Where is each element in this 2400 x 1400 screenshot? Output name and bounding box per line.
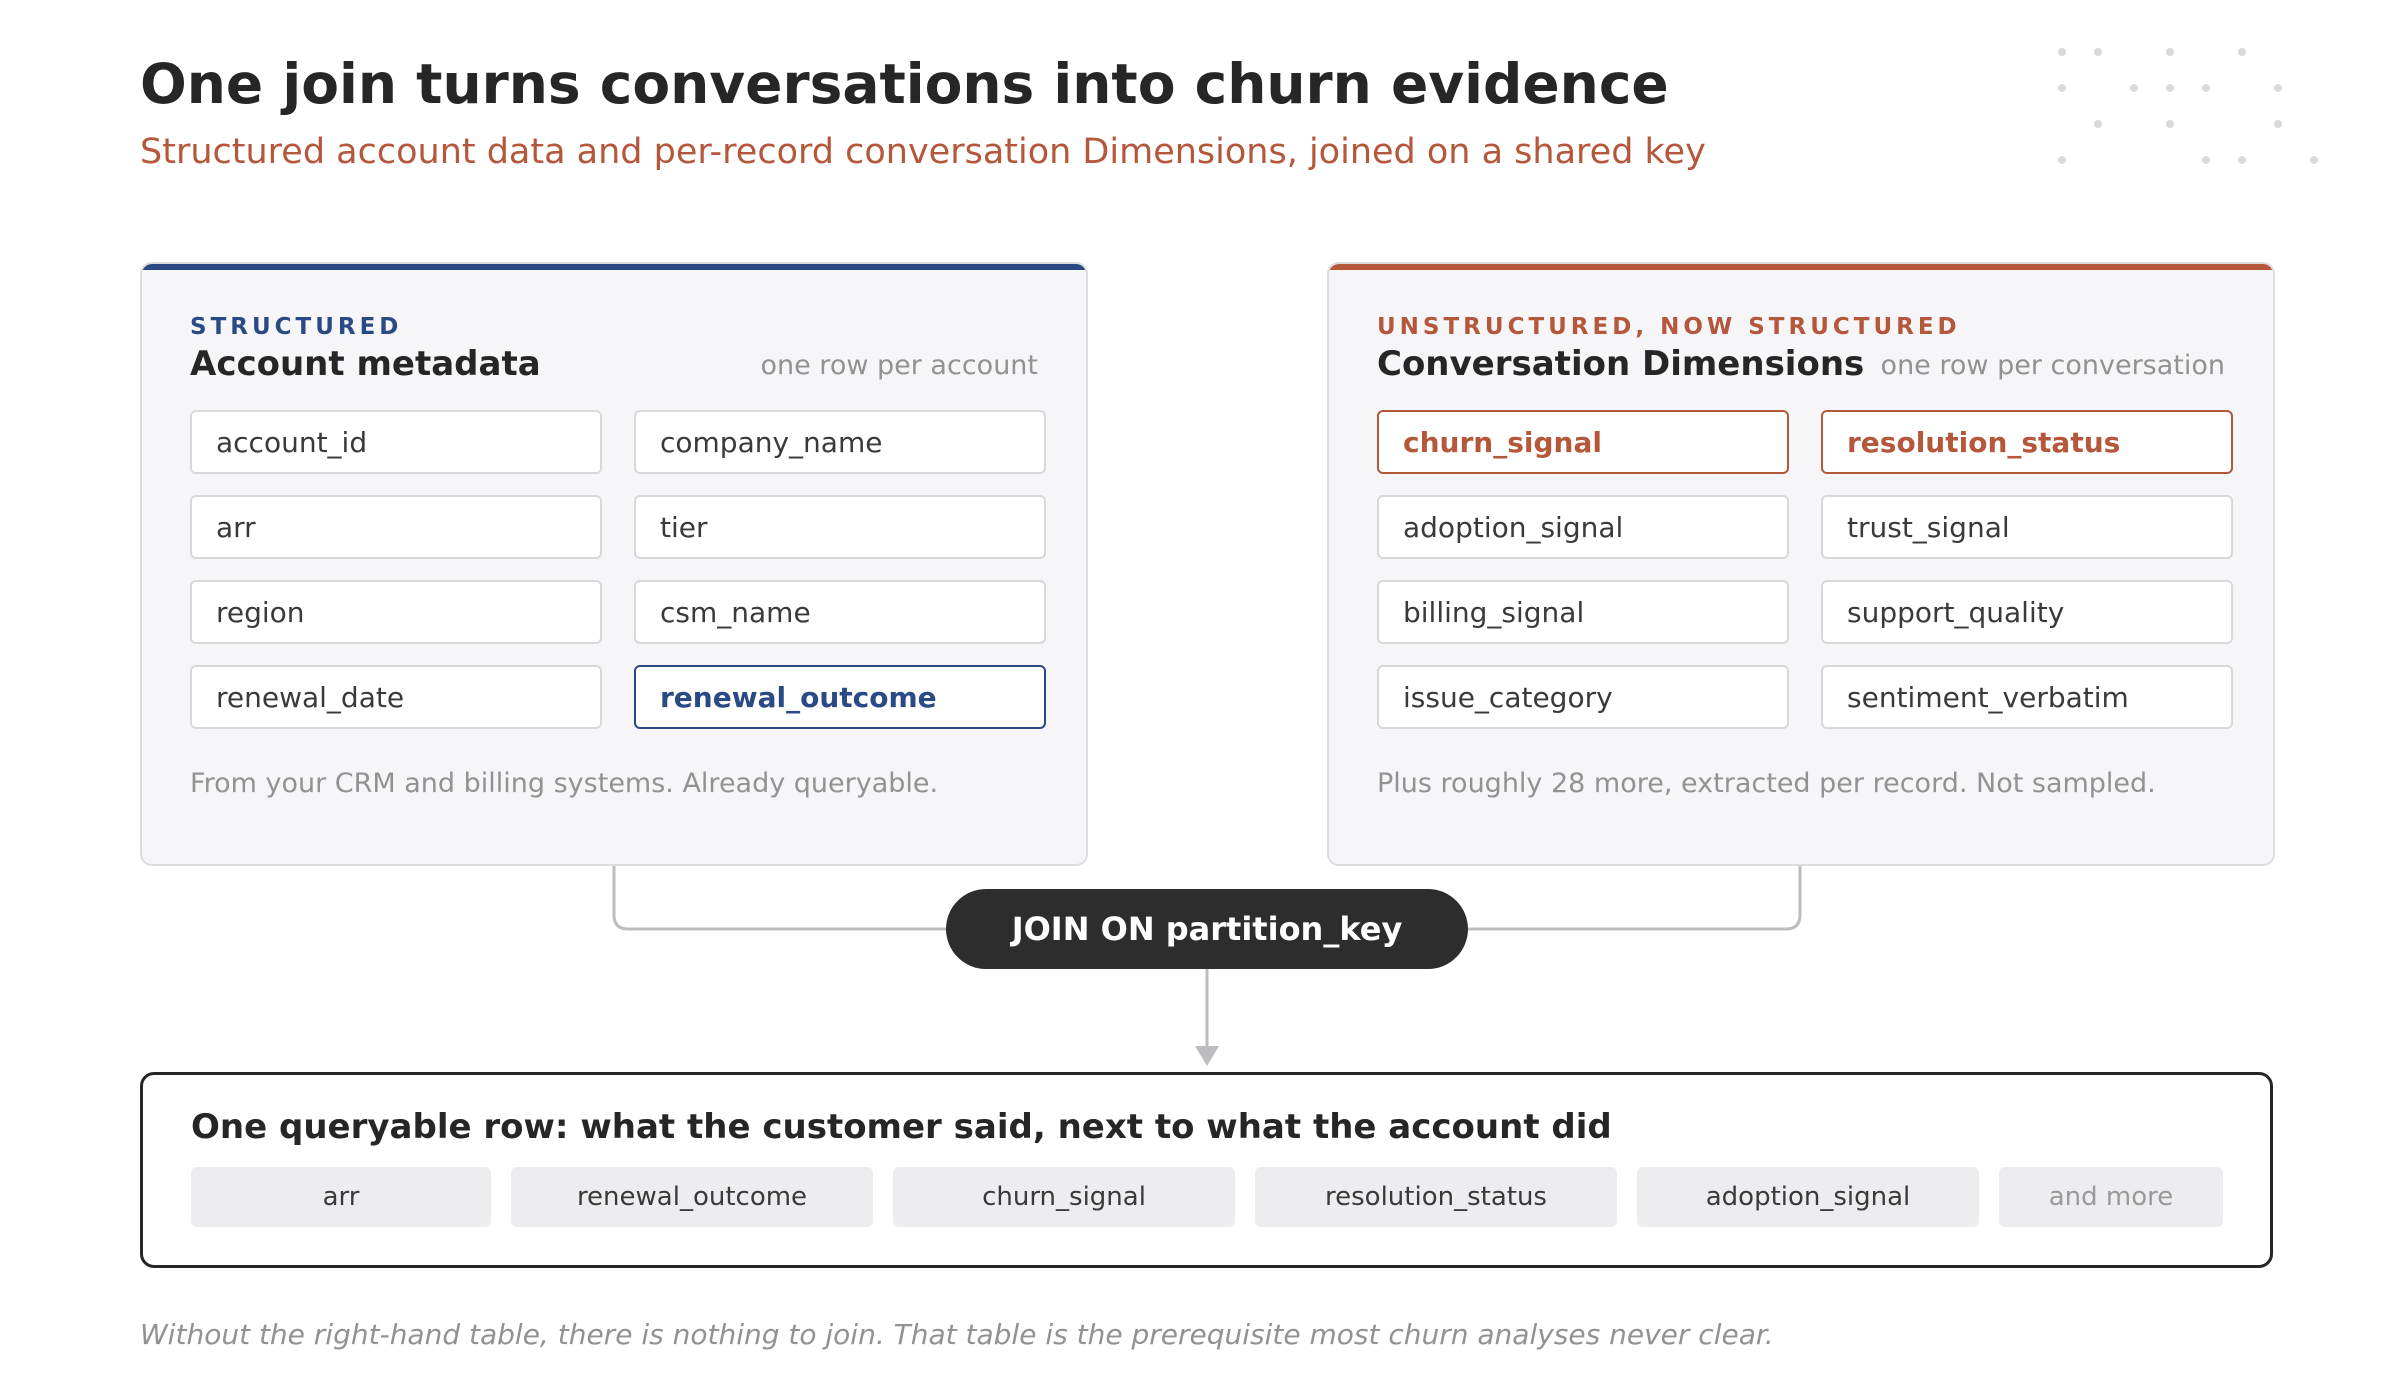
result-column-chips: arr renewal_outcome churn_signal resolut… [191, 1167, 2223, 1227]
chip-renewal-outcome: renewal_outcome [511, 1167, 873, 1227]
right-connector [1468, 866, 1802, 931]
result-title: One queryable row: what the customer sai… [191, 1107, 1612, 1147]
joined-result-row: One queryable row: what the customer sai… [140, 1072, 2273, 1268]
chip-arr: arr [191, 1167, 491, 1227]
chip-churn-signal: churn_signal [893, 1167, 1235, 1227]
join-key-pill: JOIN ON partition_key [946, 889, 1468, 969]
chip-adoption-signal: adoption_signal [1637, 1167, 1979, 1227]
left-connector [612, 866, 946, 931]
chip-resolution-status: resolution_status [1255, 1167, 1617, 1227]
chip-and-more: and more [1999, 1167, 2223, 1227]
footnote: Without the right-hand table, there is n… [140, 1318, 1774, 1351]
down-arrow-icon [1195, 1046, 1219, 1066]
